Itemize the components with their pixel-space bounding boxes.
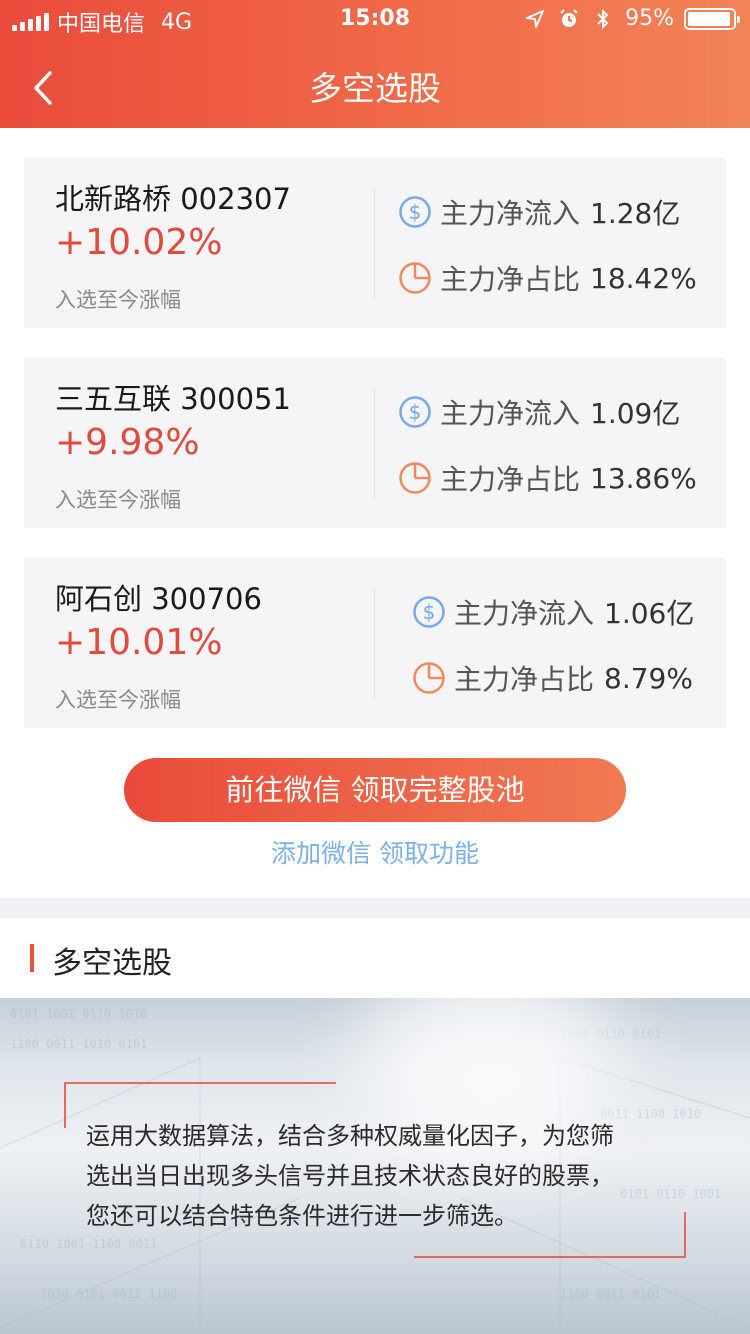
frame-line (414, 1256, 686, 1258)
frame-line (64, 1082, 66, 1128)
svg-text:0110 1001 1100 0011: 0110 1001 1100 0011 (20, 1237, 157, 1251)
stock-name: 三五互联 300051 (55, 382, 291, 416)
stock-name: 阿石创 300706 (55, 582, 262, 616)
svg-text:0101 1001 0110 1010: 0101 1001 0110 1010 (10, 1007, 147, 1021)
ratio-label: 主力净占比 (440, 463, 581, 496)
header: 中国电信 4G 15:08 95% 多空选股 (0, 0, 750, 128)
svg-text:1100 0011 1010 0101: 1100 0011 1010 0101 (10, 1037, 147, 1051)
inflow-row: $ 主力净流入 1.09亿 (398, 392, 680, 432)
svg-text:$: $ (423, 600, 436, 624)
card-divider (374, 188, 375, 298)
section-separator (0, 898, 750, 918)
ratio-value: 8.79% (604, 661, 693, 695)
intro-text: 运用大数据算法，结合多种权威量化因子，为您筛 选出当日出现多头信号并且技术状态良… (86, 1116, 686, 1236)
ratio-row: 主力净占比 18.42% (398, 258, 697, 298)
inflow-label: 主力净流入 (454, 597, 595, 630)
ratio-row: 主力净占比 8.79% (412, 658, 693, 698)
inflow-value: 1.28亿 (590, 197, 681, 230)
location-arrow-icon (523, 7, 547, 31)
ratio-value: 13.86% (590, 461, 697, 495)
ratio-label: 主力净占比 (454, 663, 595, 696)
page-title: 多空选股 (309, 69, 441, 108)
stock-card[interactable]: 北新路桥 002307 +10.02% 入选至今涨幅 $ 主力净流入 1.28亿… (24, 158, 726, 328)
card-divider (374, 588, 375, 698)
pie-chart-icon (412, 661, 446, 695)
dollar-coin-icon: $ (412, 595, 446, 629)
stock-card[interactable]: 三五互联 300051 +9.98% 入选至今涨幅 $ 主力净流入 1.09亿 … (24, 358, 726, 528)
inflow-value: 1.06亿 (604, 597, 695, 630)
battery-percent: 95% (625, 6, 674, 31)
ratio-label: 主力净占比 (440, 263, 581, 296)
battery-fill (688, 11, 730, 26)
ratio-row: 主力净占比 13.86% (398, 458, 697, 498)
svg-text:$: $ (409, 400, 422, 424)
section-accent-bar (30, 944, 34, 972)
stock-name: 北新路桥 002307 (55, 182, 291, 216)
intro-line: 运用大数据算法，结合多种权威量化因子，为您筛 (86, 1122, 614, 1150)
status-right: 95% (523, 6, 740, 31)
inflow-label: 主力净流入 (440, 197, 581, 230)
stock-change-label: 入选至今涨幅 (55, 488, 181, 512)
svg-text:$: $ (409, 200, 422, 224)
intro-line: 选出当日出现多头信号并且技术状态良好的股票， (86, 1162, 614, 1190)
status-bar: 中国电信 4G 15:08 95% (0, 0, 750, 40)
stock-card[interactable]: 阿石创 300706 +10.01% 入选至今涨幅 $ 主力净流入 1.06亿 … (24, 558, 726, 728)
battery-icon (684, 7, 740, 30)
wechat-cta-button[interactable]: 前往微信 领取完整股池 (124, 758, 626, 822)
add-wechat-link[interactable]: 添加微信 领取功能 (0, 834, 750, 870)
frame-line (64, 1082, 336, 1084)
stock-change: +9.98% (55, 422, 200, 463)
stock-change-label: 入选至今涨幅 (55, 288, 181, 312)
svg-text:1100 0011 0101: 1100 0011 0101 (560, 1287, 661, 1301)
intro-line: 您还可以结合特色条件进行进一步筛选。 (86, 1202, 518, 1230)
pie-chart-icon (398, 461, 432, 495)
dollar-coin-icon: $ (398, 195, 432, 229)
intro-banner: 0101 1001 0110 1010 1100 0011 1010 0101 … (0, 998, 750, 1334)
pie-chart-icon (398, 261, 432, 295)
inflow-label: 主力净流入 (440, 397, 581, 430)
ratio-value: 18.42% (590, 261, 697, 295)
stock-change: +10.02% (55, 222, 223, 263)
svg-text:1010 0101 0011 1100: 1010 0101 0011 1100 (40, 1287, 177, 1301)
section-title: 多空选股 (52, 946, 172, 981)
card-divider (374, 388, 375, 498)
bluetooth-icon (591, 7, 615, 31)
section-header: 多空选股 (0, 918, 750, 998)
stock-change: +10.01% (55, 622, 223, 663)
alarm-icon (557, 7, 581, 31)
stock-change-label: 入选至今涨幅 (55, 688, 181, 712)
inflow-row: $ 主力净流入 1.28亿 (398, 192, 680, 232)
inflow-row: $ 主力净流入 1.06亿 (412, 592, 694, 632)
dollar-coin-icon: $ (398, 395, 432, 429)
inflow-value: 1.09亿 (590, 397, 681, 430)
